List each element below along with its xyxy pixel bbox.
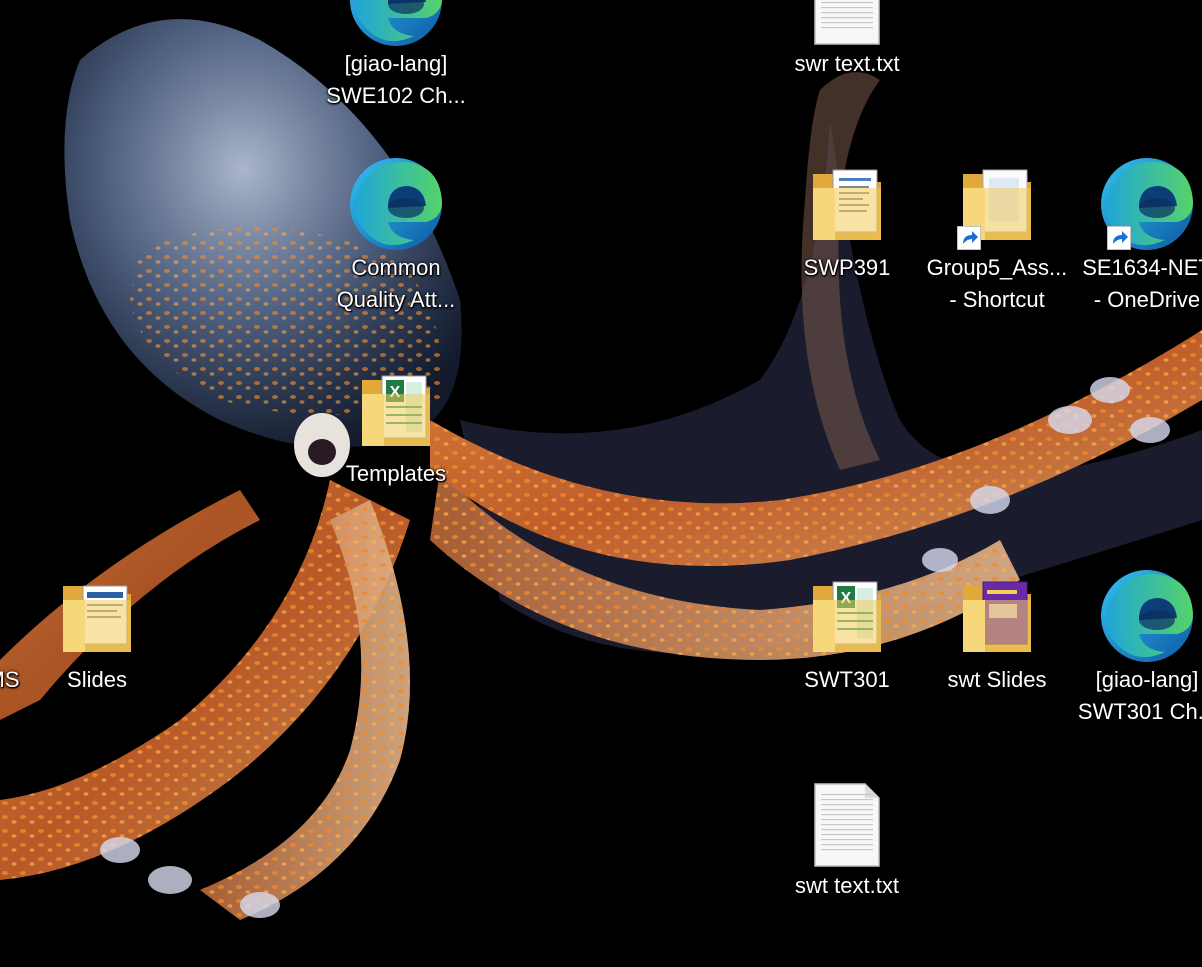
icon-label-line1: SE1634-NET bbox=[1082, 255, 1202, 280]
icon-label-line1: Common bbox=[351, 255, 441, 280]
edge-browser-icon bbox=[348, 0, 444, 48]
icon-label-line1: Group5_Ass... bbox=[926, 255, 1068, 280]
desktop-wallpaper bbox=[0, 0, 1202, 967]
icon-label-line2: SWT301 Ch... bbox=[1077, 699, 1202, 724]
icon-label-line1: swr text.txt bbox=[794, 51, 900, 76]
excel-folder-icon: X bbox=[799, 564, 895, 664]
desktop-icon-group5[interactable]: Group5_Ass... - Shortcut bbox=[922, 152, 1072, 316]
desktop-icon-common-quality[interactable]: Common Quality Att... bbox=[321, 152, 471, 316]
desktop-icon-swp391[interactable]: SWP391 bbox=[772, 152, 922, 284]
folder-icon bbox=[949, 152, 1045, 252]
excel-folder-icon: X bbox=[348, 358, 444, 458]
desktop-icon-swt301[interactable]: X SWT301 bbox=[772, 564, 922, 696]
text-file-icon bbox=[799, 770, 895, 870]
folder-icon bbox=[799, 152, 895, 252]
desktop-icon-swt-slides[interactable]: swt Slides bbox=[922, 564, 1072, 696]
slides-folder-icon bbox=[49, 564, 145, 664]
icon-label-line2: - OneDrive bbox=[1093, 287, 1201, 312]
desktop-icon-giao-swt301[interactable]: [giao-lang] SWT301 Ch... bbox=[1072, 564, 1202, 728]
icon-label-line2: SWE102 Ch... bbox=[326, 83, 466, 108]
icon-label-line1: swt text.txt bbox=[795, 873, 899, 898]
desktop-icon-swt-text[interactable]: swt text.txt bbox=[772, 770, 922, 902]
icon-label-line1: Templates bbox=[345, 461, 447, 486]
icon-label-line1: Slides bbox=[67, 667, 127, 692]
desktop-icon-swr-text[interactable]: swr text.txt bbox=[772, 0, 922, 80]
icon-label-line2: Quality Att... bbox=[336, 287, 456, 312]
shortcut-arrow-icon bbox=[957, 226, 981, 250]
desktop-icon-giao-swe102[interactable]: [giao-lang] SWE102 Ch... bbox=[321, 0, 471, 112]
edge-browser-icon bbox=[1099, 564, 1195, 664]
icon-label-line1: SWT301 bbox=[804, 667, 890, 692]
text-file-icon bbox=[799, 0, 895, 48]
desktop-icon-templates[interactable]: X Templates bbox=[321, 358, 471, 490]
icon-label-line1: swt Slides bbox=[947, 667, 1047, 692]
shortcut-arrow-icon bbox=[1107, 226, 1131, 250]
purple-folder-icon bbox=[949, 564, 1045, 664]
edge-browser-icon bbox=[1099, 152, 1195, 252]
edge-browser-icon bbox=[348, 152, 444, 252]
desktop-icon-se1634[interactable]: SE1634-NET - OneDrive bbox=[1072, 152, 1202, 316]
icon-label-line1: [giao-lang] bbox=[1095, 667, 1199, 692]
icon-label-line1: [giao-lang] bbox=[344, 51, 448, 76]
icon-label-line1: SWP391 bbox=[803, 255, 891, 280]
icon-label-line2: - Shortcut bbox=[949, 287, 1045, 312]
desktop-icon-slides[interactable]: Slides bbox=[22, 564, 172, 696]
